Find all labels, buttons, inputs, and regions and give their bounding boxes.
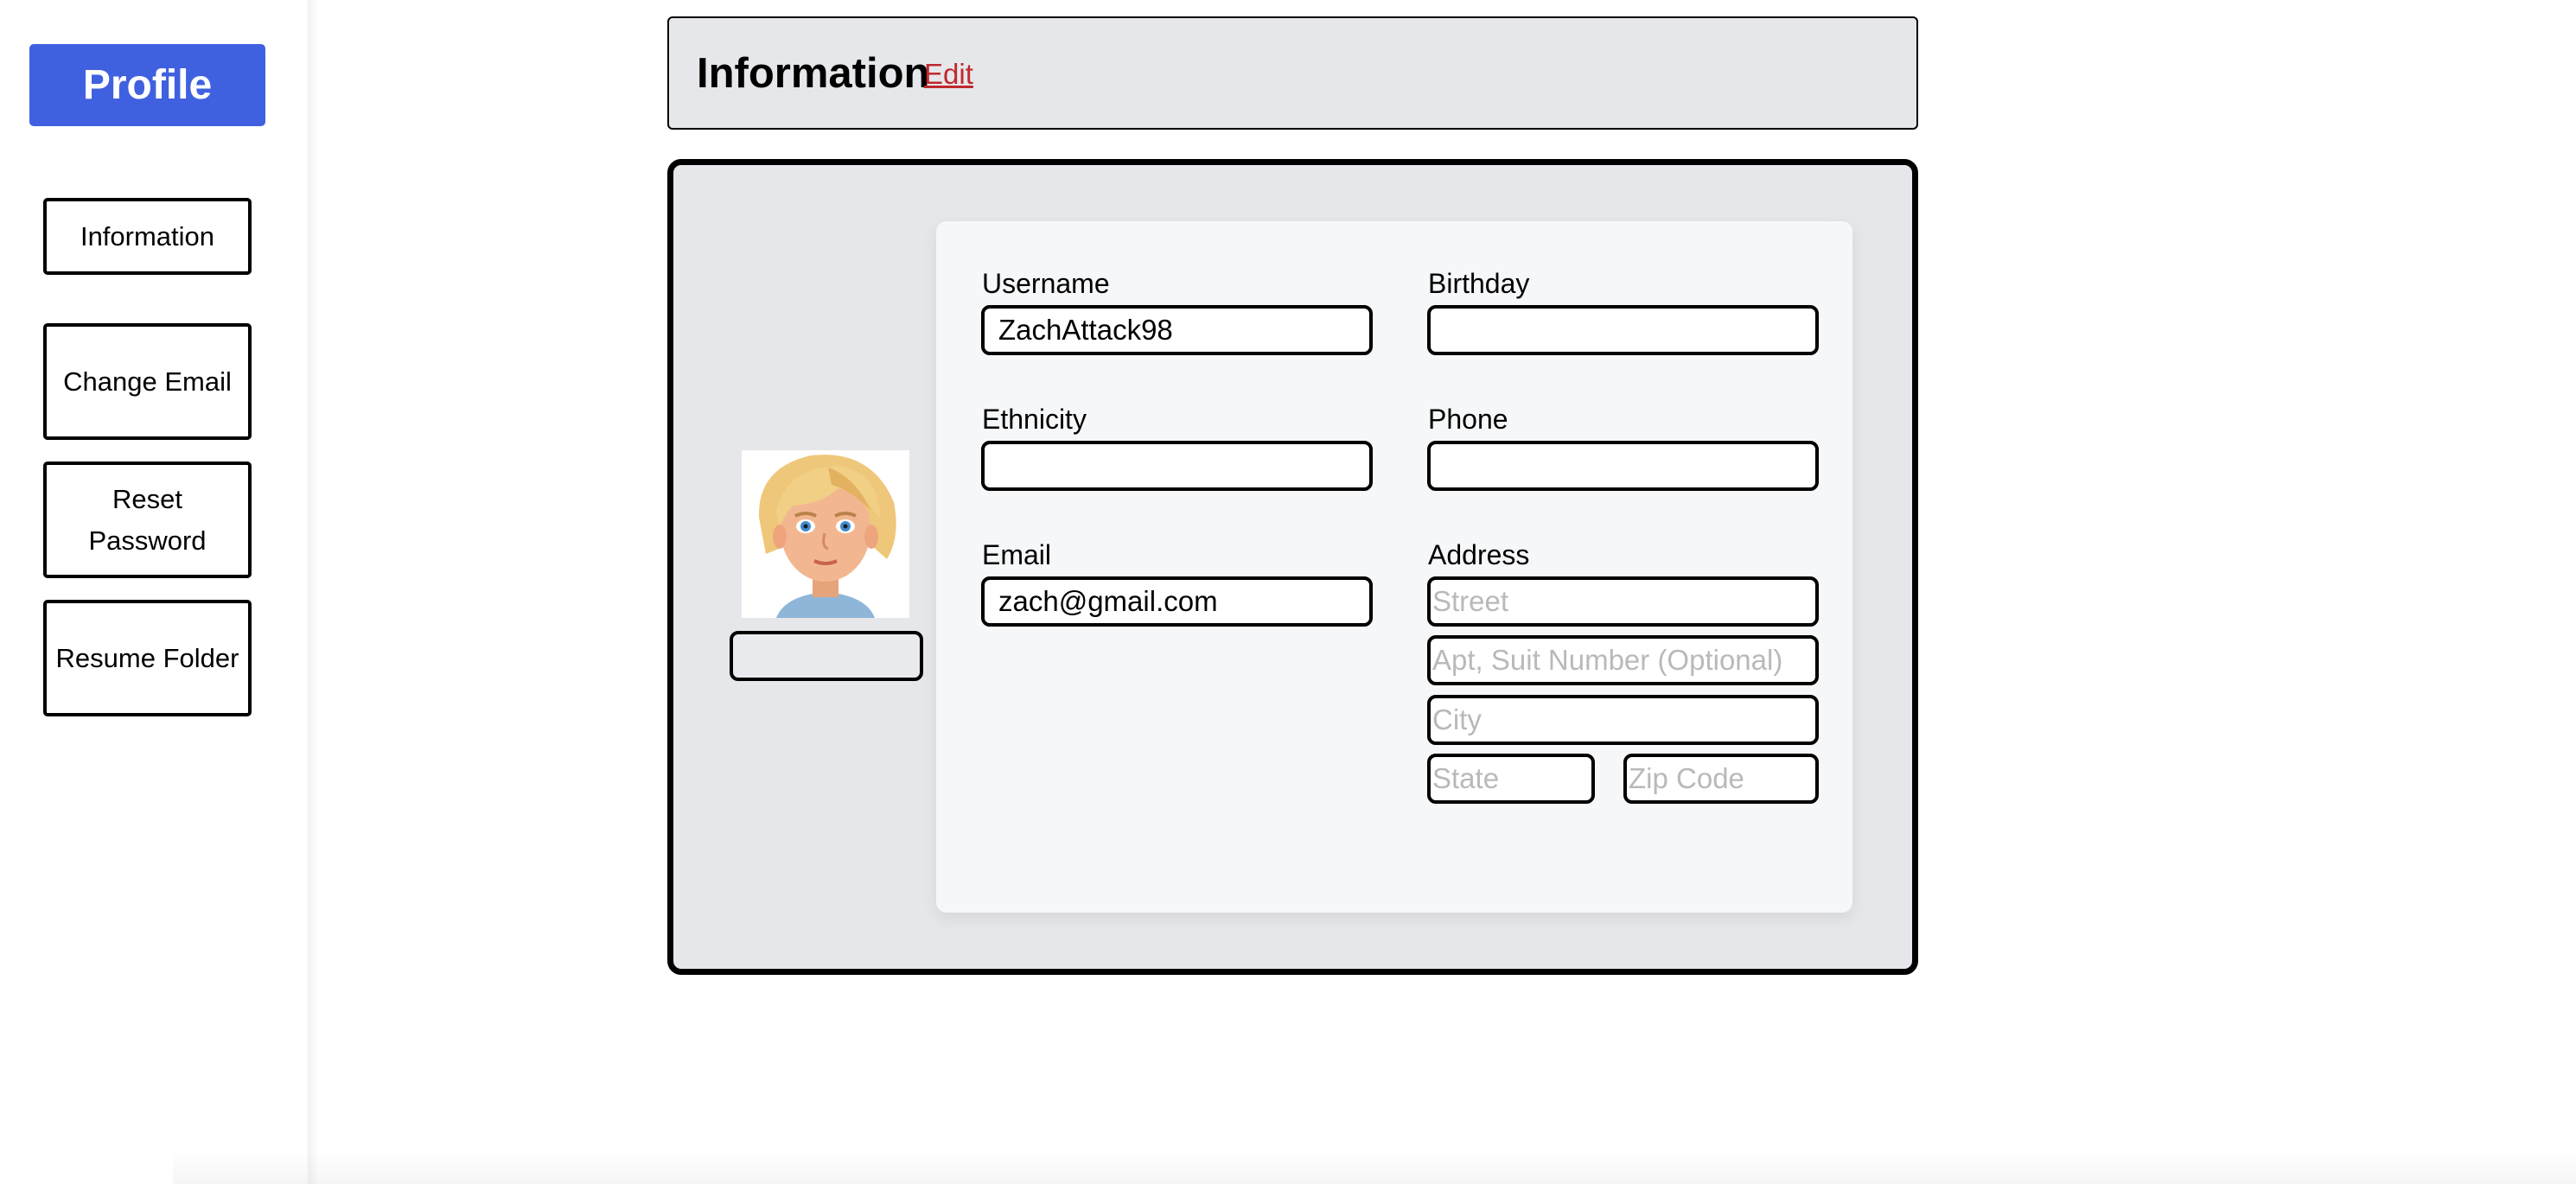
avatar-upload-field[interactable]	[730, 631, 923, 681]
username-field[interactable]	[981, 305, 1373, 355]
sidebar: Profile Information Change Email Reset P…	[0, 0, 315, 1184]
state-field[interactable]	[1427, 754, 1595, 804]
edit-link[interactable]: Edit	[924, 58, 973, 91]
sidebar-item-change-email[interactable]: Change Email	[43, 323, 252, 440]
phone-field[interactable]	[1427, 441, 1819, 491]
section-header: Information Edit	[667, 16, 1918, 130]
birthday-field[interactable]	[1427, 305, 1819, 355]
bottom-shadow	[173, 1149, 2576, 1184]
sidebar-divider	[308, 0, 318, 1184]
sidebar-item-label: Change Email	[63, 366, 232, 397]
email-field[interactable]	[981, 576, 1373, 627]
sidebar-item-reset-password[interactable]: Reset Password	[43, 462, 252, 578]
avatar-icon	[742, 450, 909, 618]
phone-label: Phone	[1428, 404, 1508, 435]
ethnicity-label: Ethnicity	[982, 404, 1087, 435]
apt-field[interactable]	[1427, 635, 1819, 685]
sidebar-item-information[interactable]: Information	[43, 198, 252, 275]
birthday-label: Birthday	[1428, 268, 1530, 299]
profile-button[interactable]: Profile	[29, 44, 265, 126]
sidebar-item-label: Reset Password	[88, 483, 207, 556]
page-title: Information	[697, 50, 930, 97]
ethnicity-field[interactable]	[981, 441, 1373, 491]
zip-code-field[interactable]	[1623, 754, 1819, 804]
sidebar-item-label: Resume Folder	[55, 642, 239, 673]
sidebar-item-label: Information	[80, 220, 215, 251]
username-label: Username	[982, 268, 1110, 299]
sidebar-item-resume-folder[interactable]: Resume Folder	[43, 600, 252, 716]
city-field[interactable]	[1427, 695, 1819, 745]
avatar	[742, 450, 909, 618]
address-label: Address	[1428, 539, 1530, 570]
email-label: Email	[982, 539, 1052, 570]
street-field[interactable]	[1427, 576, 1819, 627]
